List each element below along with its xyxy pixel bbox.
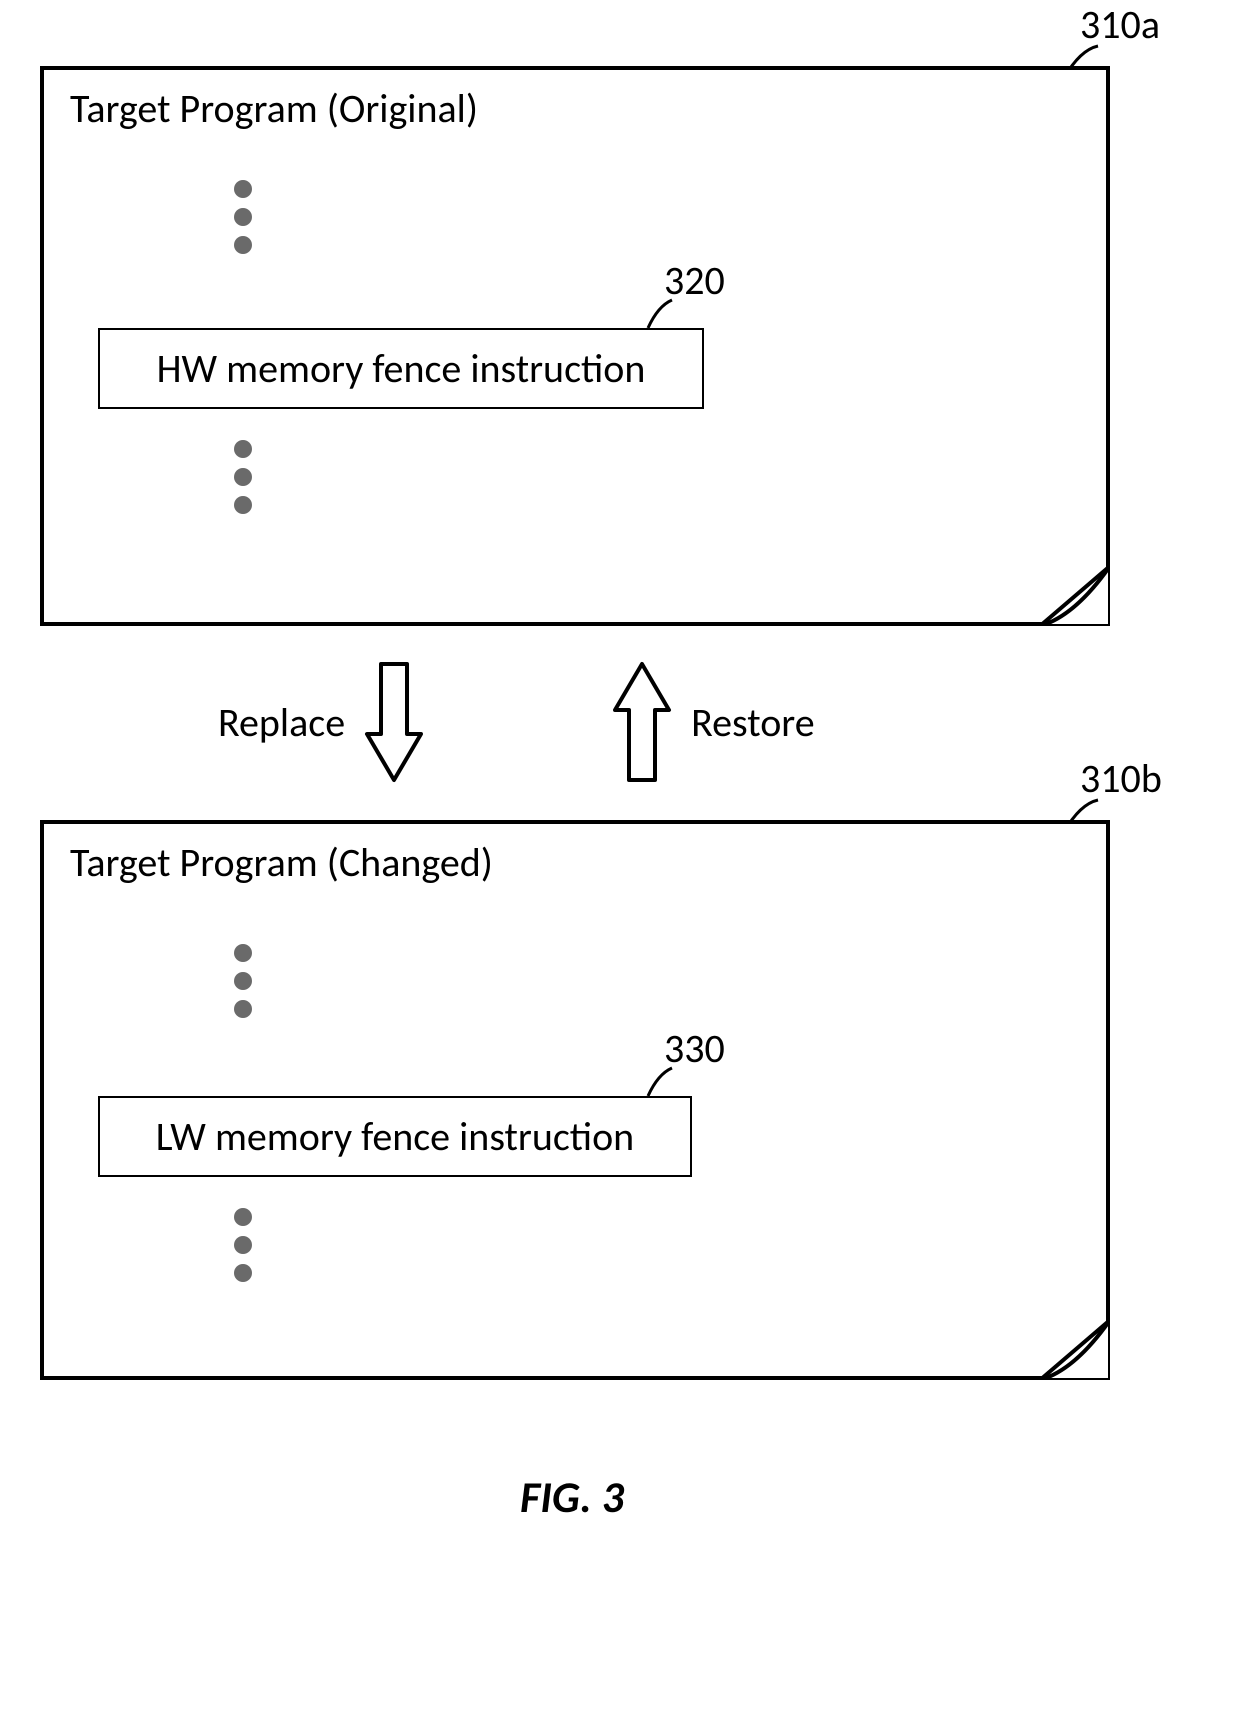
dot [234, 468, 252, 486]
dot [234, 208, 252, 226]
dot [234, 1000, 252, 1018]
ellipsis-dots [234, 180, 252, 254]
ellipsis-dots [234, 1208, 252, 1282]
leader-320 [644, 298, 684, 332]
arrow-up-icon [611, 660, 673, 784]
ref-310b-label: 310b [1080, 754, 1162, 803]
lw-instruction-box: LW memory fence instruction [98, 1096, 692, 1177]
replace-restore-arrows: Replace Restore [218, 660, 815, 784]
hw-instruction-box: HW memory fence instruction [98, 328, 704, 409]
dot [234, 496, 252, 514]
changed-program-title: Target Program (Changed) [70, 838, 493, 887]
leader-330 [644, 1066, 684, 1100]
dot [234, 180, 252, 198]
original-program-title: Target Program (Original) [70, 84, 478, 133]
ellipsis-dots [234, 440, 252, 514]
original-program-box: Target Program (Original) 320 HW memory … [40, 66, 1110, 626]
page-fold-icon [1040, 1320, 1110, 1380]
arrow-down-icon [363, 660, 425, 784]
dot [234, 1236, 252, 1254]
figure-caption: FIG. 3 [520, 1470, 624, 1524]
changed-program-box: Target Program (Changed) 330 LW memory f… [40, 820, 1110, 1380]
dot [234, 1208, 252, 1226]
dot [234, 1264, 252, 1282]
dot [234, 440, 252, 458]
hw-instruction-text: HW memory fence instruction [157, 344, 646, 393]
ellipsis-dots [234, 944, 252, 1018]
replace-label: Replace [218, 698, 345, 747]
dot [234, 944, 252, 962]
restore-label: Restore [691, 698, 815, 747]
page-fold-icon [1040, 566, 1110, 626]
dot [234, 236, 252, 254]
lw-instruction-text: LW memory fence instruction [156, 1112, 634, 1161]
ref-310a-label: 310a [1080, 0, 1160, 49]
dot [234, 972, 252, 990]
